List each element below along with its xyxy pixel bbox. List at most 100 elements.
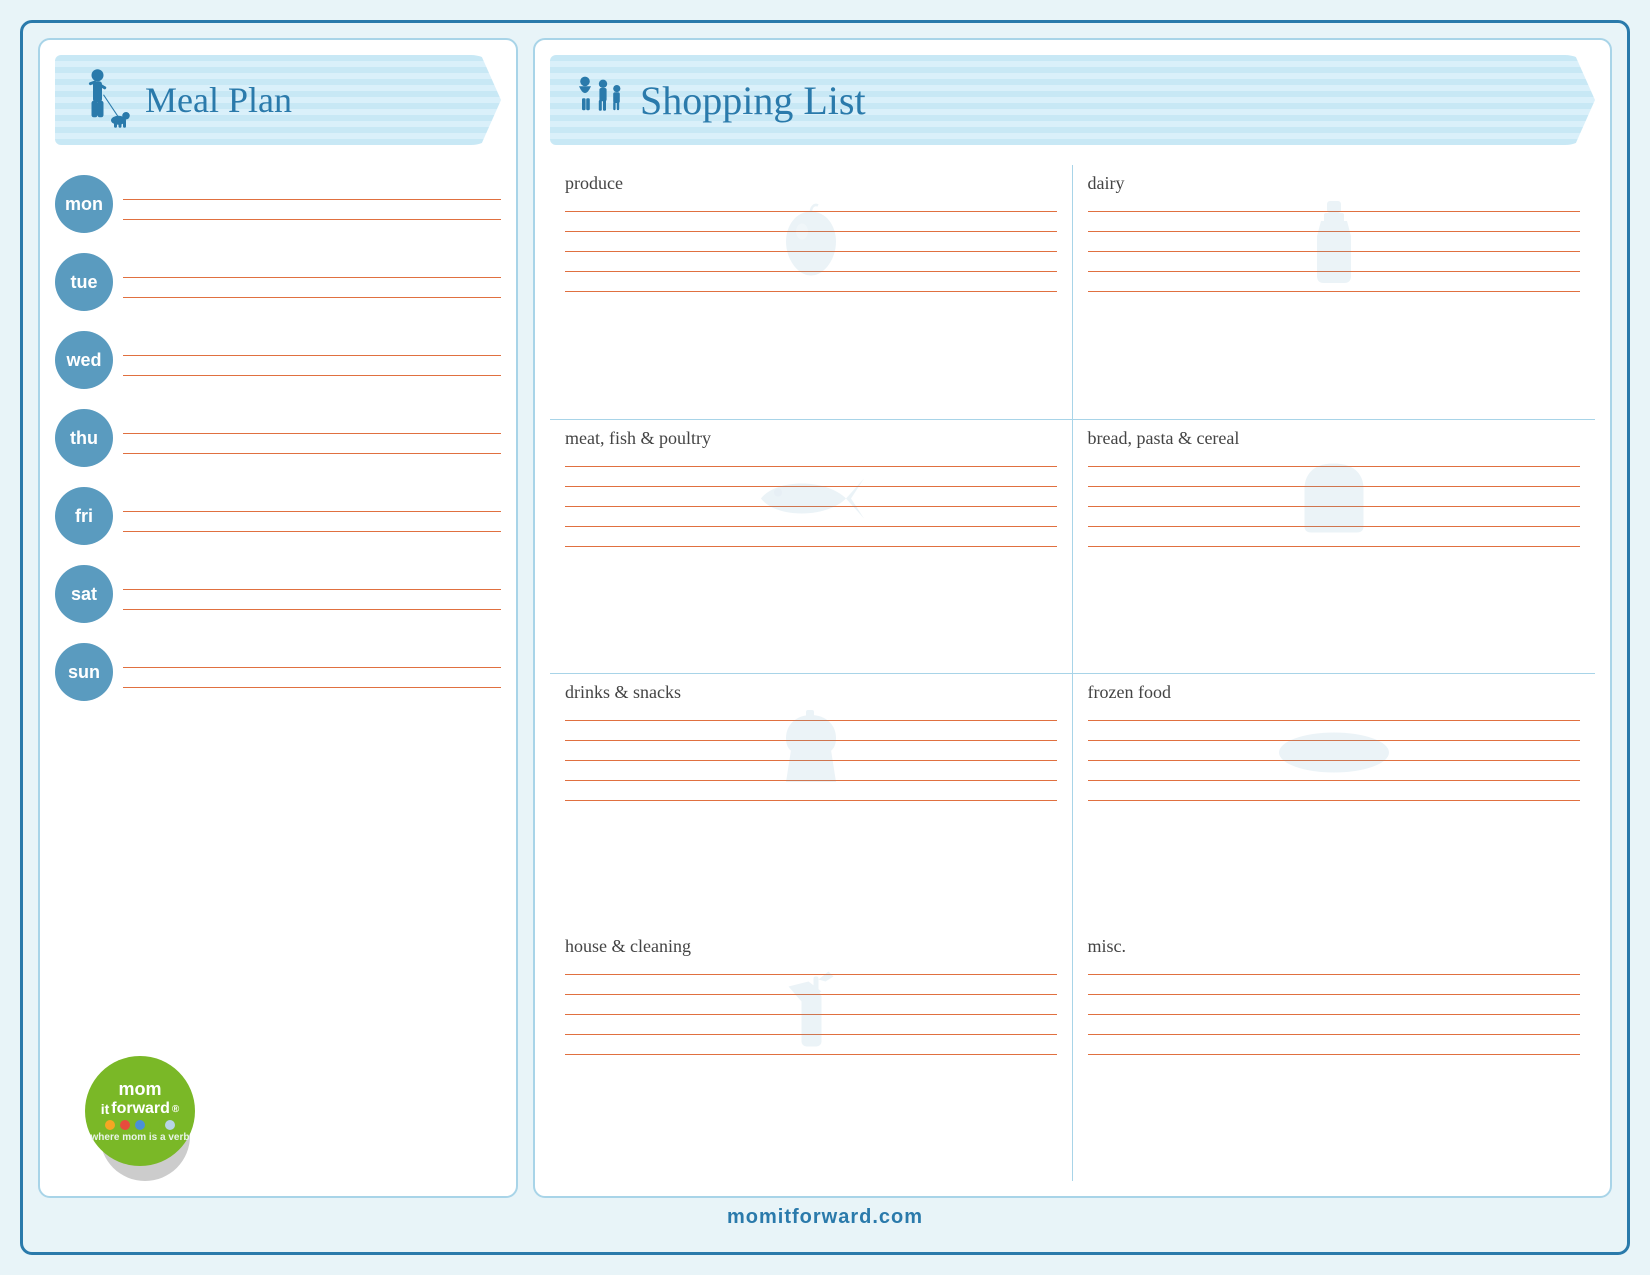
logo-registered: ®	[172, 1104, 179, 1115]
line	[565, 475, 1057, 487]
line	[123, 344, 501, 356]
line	[1088, 709, 1581, 721]
section-bread: bread, pasta & cereal	[1073, 420, 1596, 675]
line	[565, 789, 1057, 801]
logo-forward: forward	[111, 1100, 170, 1118]
section-meat: meat, fish & poultry	[550, 420, 1073, 675]
line	[123, 208, 501, 220]
day-lines-mon	[123, 188, 501, 220]
dot-orange	[105, 1120, 115, 1130]
section-misc-title: misc.	[1088, 936, 1581, 957]
line	[123, 520, 501, 532]
line	[1088, 729, 1581, 741]
day-lines-wed	[123, 344, 501, 376]
line	[123, 364, 501, 376]
dots-row	[105, 1120, 175, 1130]
line	[123, 188, 501, 200]
section-bread-title: bread, pasta & cereal	[1088, 428, 1581, 449]
bread-lines	[1088, 455, 1581, 547]
line	[1088, 280, 1581, 292]
dot-blue	[135, 1120, 145, 1130]
line	[1088, 789, 1581, 801]
dairy-lines	[1088, 200, 1581, 292]
shopping-list-banner: Shopping List	[550, 55, 1595, 145]
line	[1088, 200, 1581, 212]
line	[1088, 220, 1581, 232]
line	[565, 983, 1057, 995]
line	[565, 220, 1057, 232]
line	[565, 200, 1057, 212]
line	[123, 578, 501, 590]
line	[1088, 515, 1581, 527]
section-frozen-title: frozen food	[1088, 682, 1581, 703]
drinks-lines	[565, 709, 1057, 801]
day-circle-tue: tue	[55, 253, 113, 311]
day-circle-sat: sat	[55, 565, 113, 623]
line	[1088, 455, 1581, 467]
line	[123, 422, 501, 434]
section-misc: misc.	[1073, 928, 1596, 1182]
section-drinks-title: drinks & snacks	[565, 682, 1057, 703]
house-lines	[565, 963, 1057, 1055]
day-lines-tue	[123, 266, 501, 298]
section-frozen: frozen food	[1073, 674, 1596, 928]
dot-red	[120, 1120, 130, 1130]
line	[123, 286, 501, 298]
section-dairy-title: dairy	[1088, 173, 1581, 194]
day-row-wed: wed	[55, 331, 501, 389]
section-drinks: drinks & snacks	[550, 674, 1073, 928]
line	[565, 240, 1057, 252]
section-produce: produce	[550, 165, 1073, 420]
content-row: Meal Plan mon tue	[38, 38, 1612, 1198]
line	[123, 500, 501, 512]
line	[123, 442, 501, 454]
section-meat-title: meat, fish & poultry	[565, 428, 1057, 449]
line	[1088, 260, 1581, 272]
drinks-lines-group	[565, 709, 1057, 801]
day-row-tue: tue	[55, 253, 501, 311]
dairy-lines-group	[1088, 200, 1581, 292]
shopping-list-title: Shopping List	[640, 77, 866, 124]
meal-plan-icon	[75, 65, 135, 135]
line	[565, 729, 1057, 741]
section-dairy: dairy	[1073, 165, 1596, 420]
shopping-list-icon	[570, 65, 630, 135]
meal-plan-title: Meal Plan	[145, 79, 292, 121]
meal-plan-panel: Meal Plan mon tue	[38, 38, 518, 1198]
day-row-mon: mon	[55, 175, 501, 233]
footer-website: momitforward.com	[727, 1206, 923, 1228]
line	[1088, 240, 1581, 252]
line	[1088, 983, 1581, 995]
line	[565, 769, 1057, 781]
line	[1088, 535, 1581, 547]
meat-lines-group	[565, 455, 1057, 547]
line	[123, 266, 501, 278]
produce-lines	[565, 200, 1057, 292]
line	[565, 963, 1057, 975]
produce-lines-group	[565, 200, 1057, 292]
meat-lines	[565, 455, 1057, 547]
line	[123, 656, 501, 668]
line	[565, 535, 1057, 547]
logo-circle: mom it forward ® wh	[85, 1056, 195, 1166]
line	[1088, 1023, 1581, 1035]
line	[565, 280, 1057, 292]
line	[565, 515, 1057, 527]
misc-lines	[1088, 963, 1581, 1055]
frozen-lines	[1088, 709, 1581, 801]
day-circle-wed: wed	[55, 331, 113, 389]
day-lines-sat	[123, 578, 501, 610]
line	[123, 598, 501, 610]
dot-lightblue	[165, 1120, 175, 1130]
shopping-grid: produce	[550, 165, 1595, 1181]
line	[565, 1003, 1057, 1015]
logo-area: mom it forward ® wh	[55, 1046, 501, 1181]
line	[565, 260, 1057, 272]
logo-it: it	[101, 1101, 110, 1117]
logo-wrapper: mom it forward ® wh	[85, 1056, 215, 1176]
day-row-sat: sat	[55, 565, 501, 623]
line	[1088, 495, 1581, 507]
section-produce-title: produce	[565, 173, 1057, 194]
section-house: house & cleaning	[550, 928, 1073, 1182]
logo-tagline: where mom is a verb	[91, 1132, 190, 1143]
